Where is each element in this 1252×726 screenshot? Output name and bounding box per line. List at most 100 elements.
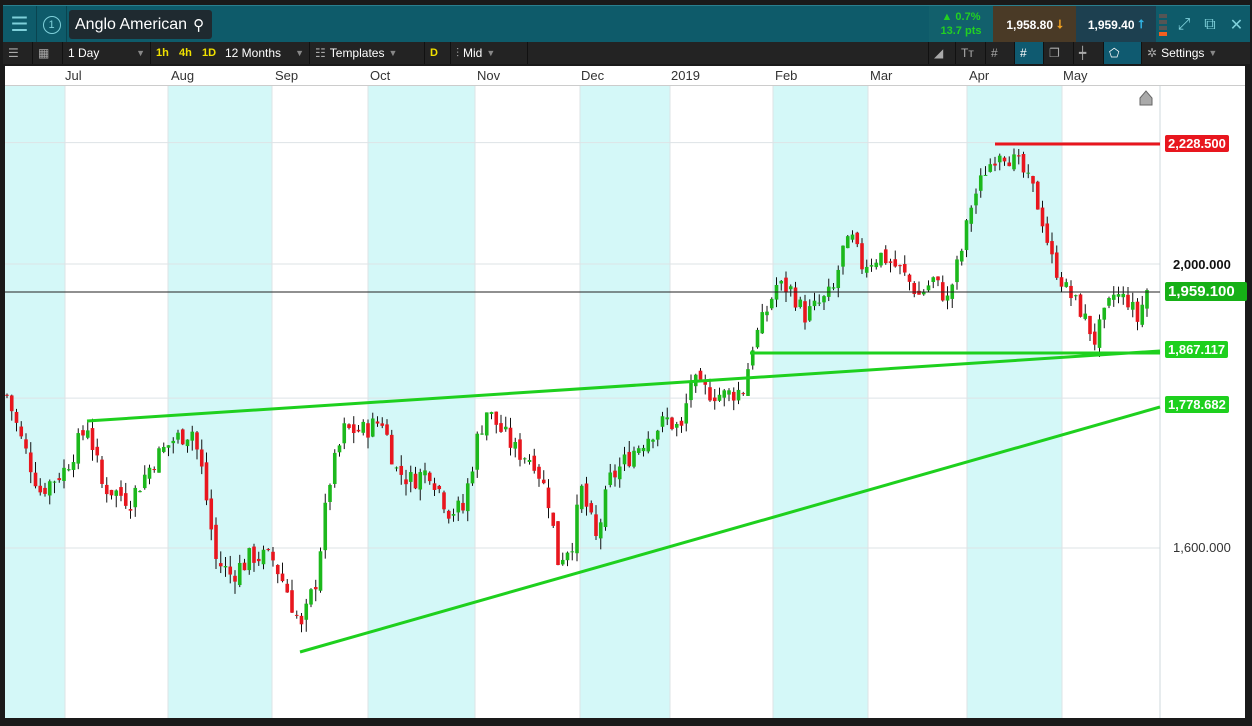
candle-body — [541, 479, 546, 484]
workspace-link-button[interactable]: 1 — [37, 6, 67, 43]
candle-body — [408, 472, 413, 482]
candle-body — [161, 446, 166, 452]
candle-body — [266, 549, 271, 551]
candle-body — [831, 287, 836, 289]
candle-body — [109, 489, 114, 496]
popout-icon[interactable]: ⧉ — [1197, 6, 1223, 43]
candle-body — [679, 420, 684, 426]
candle-body — [594, 514, 598, 537]
candle-body — [256, 558, 261, 562]
sell-button[interactable]: 1,958.80 ⭣ — [993, 6, 1076, 43]
candle-body — [983, 174, 988, 176]
candle-body — [883, 249, 888, 264]
date-label: Aug — [171, 68, 195, 83]
candle-body — [157, 448, 161, 473]
scroll-home-icon[interactable] — [1139, 90, 1153, 106]
candle-body — [917, 290, 921, 295]
date-axis: Jul Aug Sep Oct Nov Dec 2019 Feb Mar Apr… — [5, 66, 1245, 86]
candle-body — [864, 266, 869, 273]
candle-body — [1012, 154, 1016, 170]
price-chart[interactable]: 2,228.500 2,000.000 1,959.100 1,867.117 … — [5, 86, 1247, 718]
candle-body — [85, 430, 90, 438]
candle-body — [646, 438, 651, 452]
crosshair-icon[interactable]: ┿ — [1074, 42, 1104, 64]
candle-body — [527, 459, 532, 462]
candle-body — [14, 411, 19, 423]
candle-body — [1002, 157, 1007, 162]
date-label: Mar — [870, 68, 893, 83]
candle-body — [389, 434, 394, 465]
candle-body — [347, 424, 351, 428]
interval-4h[interactable]: 4h — [176, 42, 195, 64]
instrument-search-input[interactable]: Anglo American ⚲ — [69, 10, 212, 39]
candle-body — [907, 274, 912, 282]
candle-body — [784, 277, 788, 293]
candle-body — [361, 421, 366, 433]
y-tick-label: 2,000.000 — [1173, 257, 1231, 272]
interval-value: 1 Day — [68, 46, 100, 60]
buy-button[interactable]: 1,959.40 ⭡ — [1076, 6, 1156, 43]
candle-body — [1126, 294, 1130, 308]
text-tool-icon[interactable]: Tт — [956, 42, 986, 64]
interval-1d[interactable]: 1D — [199, 42, 219, 64]
d-button[interactable]: D — [425, 42, 451, 64]
grid-draw-icon[interactable]: # — [1015, 42, 1044, 64]
candle-body — [1040, 207, 1045, 227]
grid-icon[interactable]: # — [986, 42, 1015, 64]
change-points: 13.7 pts — [940, 25, 982, 37]
y-tick-label: 1,600.000 — [1173, 540, 1231, 555]
candle-body — [337, 445, 342, 453]
interval-1h[interactable]: 1h — [153, 42, 172, 64]
date-label: Nov — [477, 68, 501, 83]
candle-body — [166, 445, 171, 448]
sliders-icon: ☷ — [315, 46, 326, 60]
price-change: ▲ 0.7% 13.7 pts — [929, 6, 993, 43]
arrow-up-icon: ⭡ — [1138, 17, 1145, 31]
layout-icon[interactable]: ▦ — [33, 42, 63, 64]
date-label: May — [1063, 68, 1088, 83]
instrument-header: ☰ 1 Anglo American ⚲ ▲ 0.7% 13.7 pts 1,958… — [3, 5, 1250, 43]
candle-body — [926, 285, 931, 291]
candle-body — [655, 430, 660, 440]
expand-icon[interactable]: ⤢ — [1171, 6, 1197, 43]
interval-select[interactable]: 1 Day ▼ — [63, 42, 151, 64]
candle-body — [404, 479, 408, 485]
tag-icon[interactable]: ⬠ — [1104, 42, 1142, 64]
templates-button[interactable]: ☷ Templates ▼ — [310, 42, 425, 64]
layers-icon[interactable]: ❐ — [1044, 42, 1074, 64]
candle-body — [95, 446, 100, 456]
candle-body — [1059, 277, 1064, 287]
date-label: Feb — [775, 68, 798, 83]
candle-body — [209, 498, 214, 530]
candle-body — [1083, 313, 1088, 319]
candle-body — [522, 458, 527, 460]
candle-body — [1097, 319, 1102, 348]
candle-body — [123, 493, 128, 506]
candle-body — [755, 329, 760, 348]
price-type-value: Mid — [463, 46, 483, 60]
candle-body — [1145, 290, 1149, 309]
candle-body — [803, 301, 807, 323]
list-icon[interactable]: ☰ — [3, 42, 33, 64]
settings-button[interactable]: ✲ Settings ▼ — [1142, 42, 1250, 64]
draw-line-icon[interactable]: ◢ — [928, 42, 956, 64]
candle-body — [57, 478, 62, 481]
menu-icon[interactable]: ☰ — [3, 6, 37, 43]
candle-body — [418, 472, 423, 490]
candle-body — [893, 259, 898, 267]
close-icon[interactable]: ✕ — [1223, 6, 1250, 43]
range-select[interactable]: 12 Months ▼ — [220, 42, 310, 64]
price-type-select[interactable]: ⫶ Mid ▼ — [451, 42, 528, 64]
candle-body — [1073, 295, 1078, 297]
date-label: Apr — [969, 68, 990, 83]
candle-body — [394, 467, 399, 469]
candle-body — [1021, 154, 1026, 173]
date-label: Oct — [370, 68, 391, 83]
candle-body — [304, 603, 309, 620]
chart-toolbar: ☰ ▦ 1 Day ▼ 1h 4h 1D 12 Months ▼ ☷ Template… — [3, 42, 1250, 64]
candle-body — [470, 471, 475, 484]
candle-body — [518, 439, 522, 460]
candle-body — [185, 439, 190, 447]
resistance-price-label: 2,228.500 — [1165, 135, 1229, 152]
candle-body — [689, 382, 693, 401]
